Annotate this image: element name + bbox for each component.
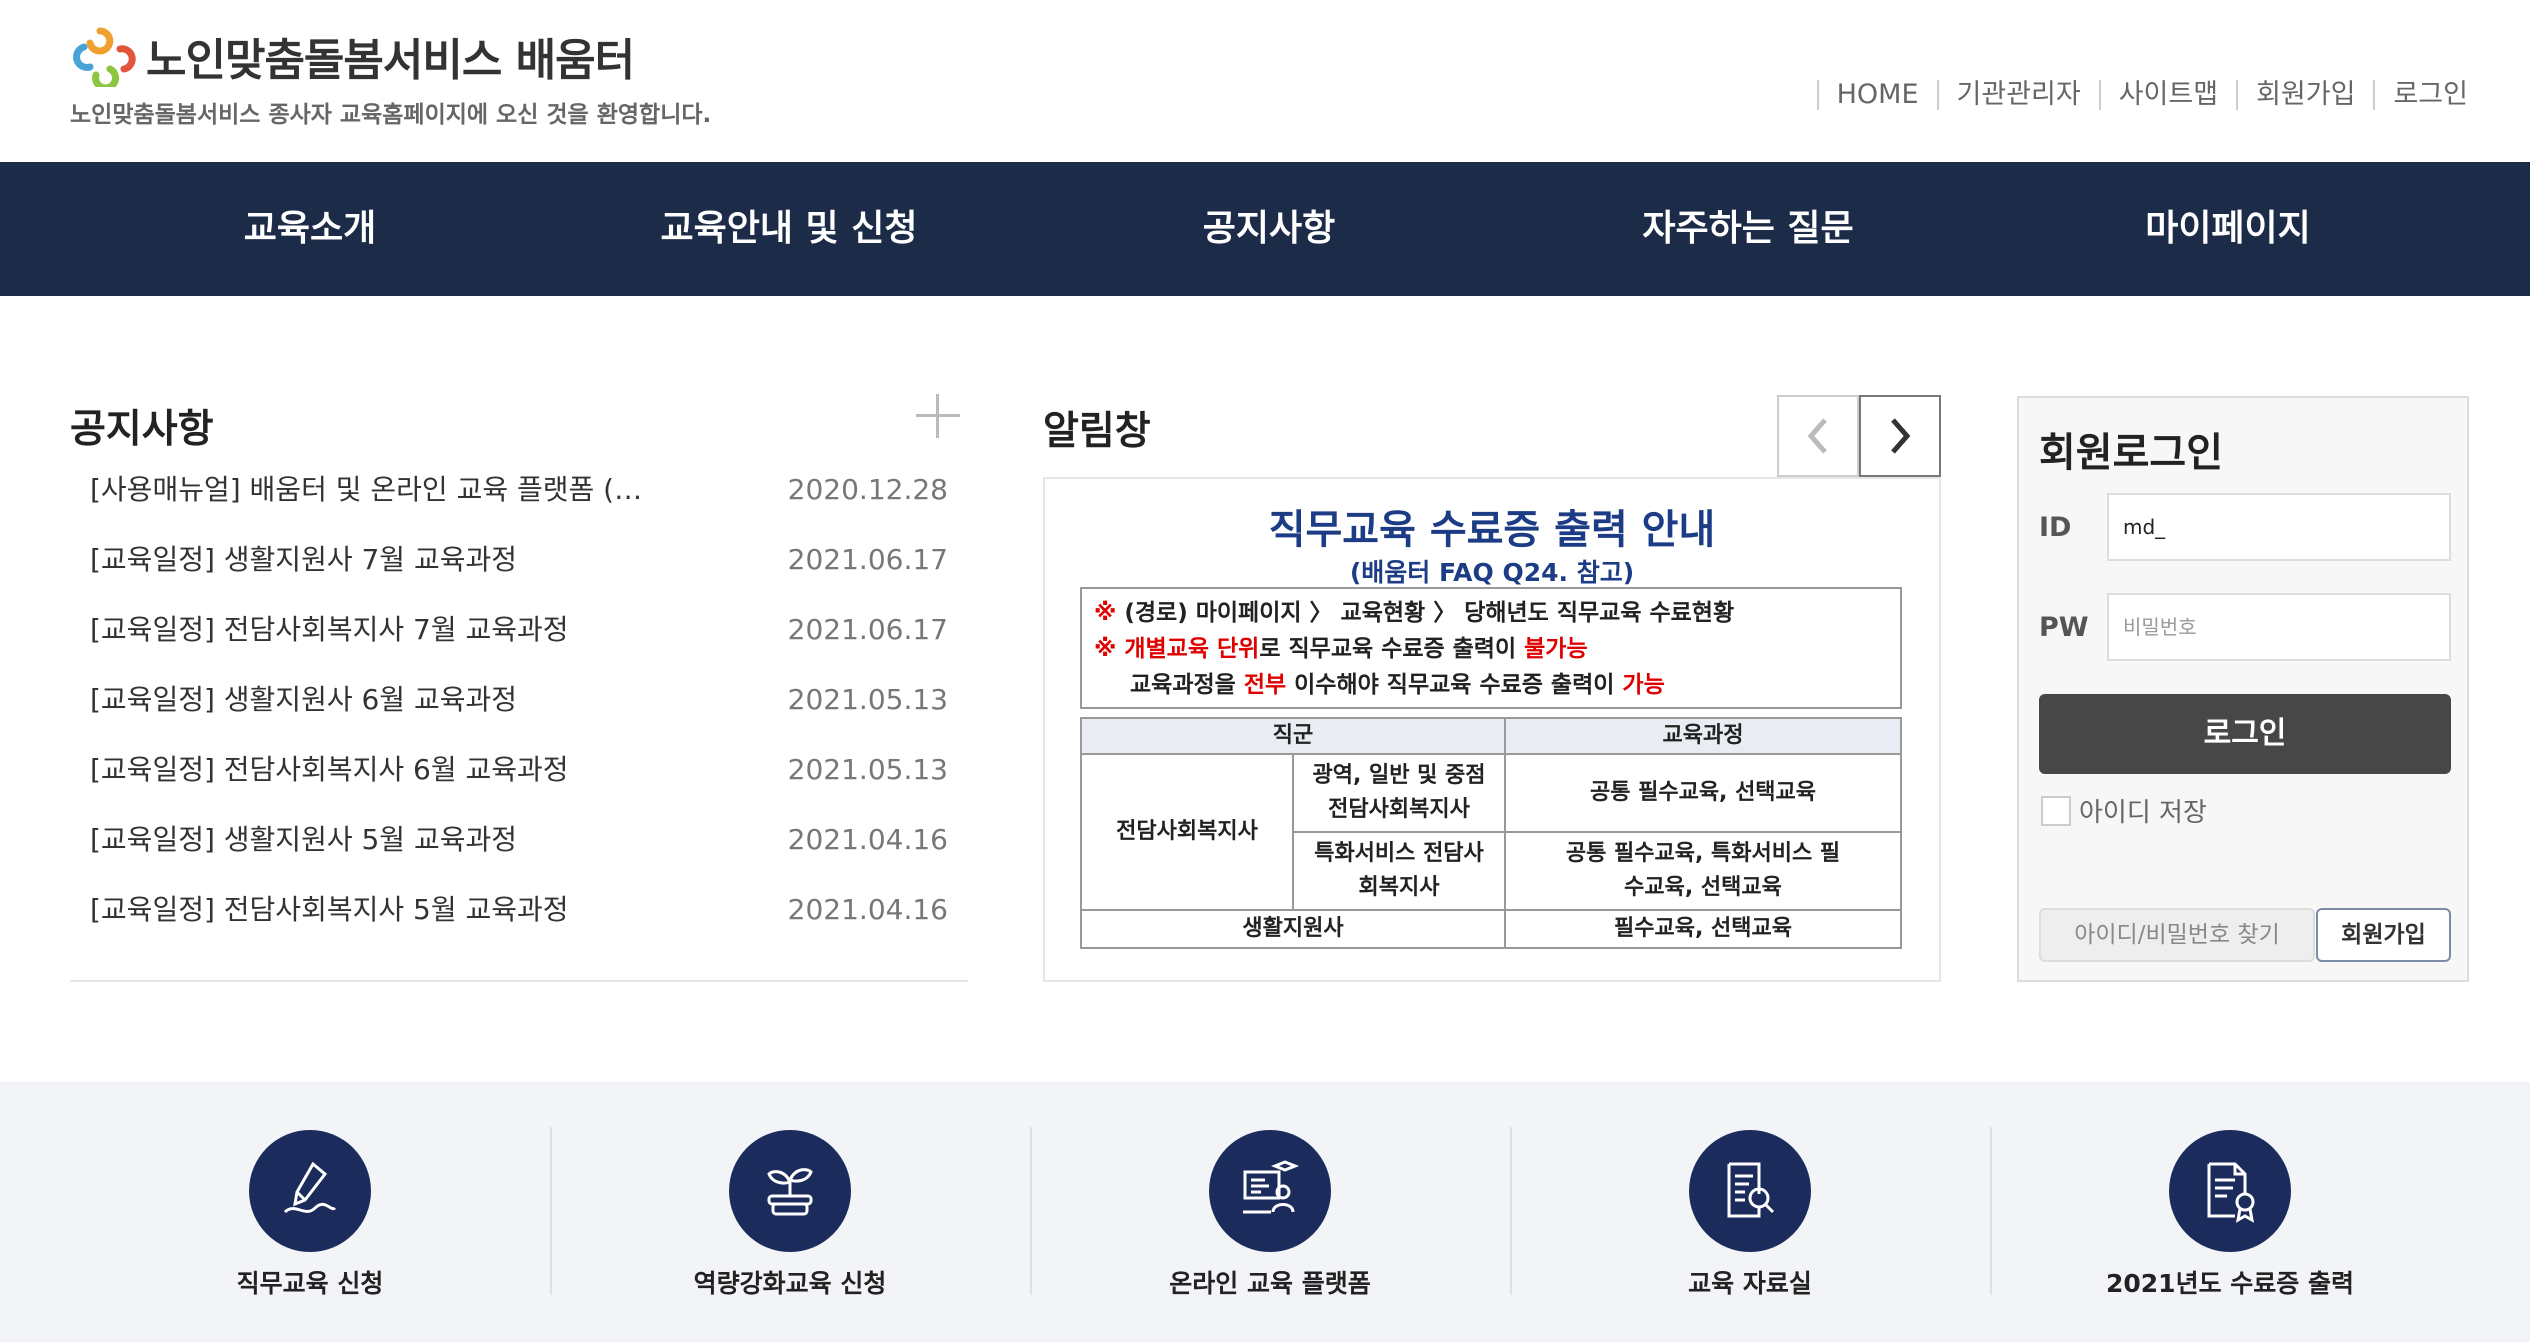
page: 노인맞춤돌봄서비스 배움터 노인맞춤돌봄서비스 종사자 교육홈페이지에 오신 것… bbox=[0, 0, 2530, 1342]
table-head-group: 직군 bbox=[1080, 717, 1506, 755]
table-cell-course: 필수교육, 선택교육 bbox=[1504, 909, 1902, 949]
quick-label: 역량강화교육 신청 bbox=[693, 1269, 887, 1298]
login-button[interactable]: 로그인 bbox=[2039, 694, 2451, 774]
note-line-2: ※ 개별교육 단위로 직무교육 수료증 출력이 불가능 bbox=[1094, 636, 1588, 662]
notice-item[interactable]: [교육일정] 전담사회복지사 7월 교육과정 2021.06.17 bbox=[90, 610, 948, 680]
nav-mypage[interactable]: 마이페이지 bbox=[2145, 162, 2311, 296]
notice-item-date: 2021.06.17 bbox=[787, 543, 948, 576]
notice-item[interactable]: [교육일정] 생활지원사 5월 교육과정 2021.04.16 bbox=[90, 820, 948, 890]
login-panel: 회원로그인 ID PW 로그인 아이디 저장 아이디/비밀번호 찾기 회원가입 bbox=[2017, 396, 2469, 982]
chevron-left-icon bbox=[1807, 418, 1827, 454]
notice-title: 공지사항 bbox=[70, 407, 214, 452]
save-id-checkbox[interactable]: 아이디 저장 bbox=[2041, 792, 2207, 829]
main-nav: 교육소개 교육안내 및 신청 공지사항 자주하는 질문 마이페이지 bbox=[0, 162, 2530, 296]
util-admin-link[interactable]: 기관관리자 bbox=[1936, 80, 2099, 110]
util-sitemap-link[interactable]: 사이트맵 bbox=[2098, 80, 2236, 110]
online-lecture-icon bbox=[1209, 1130, 1331, 1252]
notice-item-title[interactable]: [교육일정] 생활지원사 6월 교육과정 bbox=[90, 680, 710, 750]
document-search-icon bbox=[1689, 1130, 1811, 1252]
util-login-link[interactable]: 로그인 bbox=[2373, 80, 2468, 110]
quick-menu: 직무교육 신청 역량강화교육 신청 온라인 교육 플랫폼 교육 자료실 2021… bbox=[0, 1082, 2530, 1342]
nav-faq[interactable]: 자주하는 질문 bbox=[1642, 162, 1853, 296]
notice-item-title[interactable]: [교육일정] 생활지원사 5월 교육과정 bbox=[90, 820, 710, 890]
notice-item[interactable]: [교육일정] 전담사회복지사 5월 교육과정 2021.04.16 bbox=[90, 890, 948, 960]
banner-note: ※ (경로) 마이페이지 〉 교육현황 〉 당해년도 직무교육 수료현황 ※ 개… bbox=[1080, 587, 1902, 709]
id-label: ID bbox=[2039, 512, 2072, 543]
notice-item[interactable]: [사용매뉴얼] 배움터 및 온라인 교육 플랫폼 (… 2020.12.28 bbox=[90, 470, 948, 540]
notice-item-date: 2021.04.16 bbox=[787, 893, 948, 926]
notice-item-title[interactable]: [교육일정] 전담사회복지사 7월 교육과정 bbox=[90, 610, 710, 680]
alert-banner[interactable]: 직무교육 수료증 출력 안내 (배움터 FAQ Q24. 참고) ※ (경로) … bbox=[1043, 477, 1941, 982]
table-cell-sub: 광역, 일반 및 중점 전담사회복지사 bbox=[1292, 753, 1506, 833]
more-plus-icon[interactable] bbox=[916, 394, 960, 438]
notice-item-date: 2021.06.17 bbox=[787, 613, 948, 646]
table-cell-group: 전담사회복지사 bbox=[1080, 753, 1294, 911]
next-button[interactable] bbox=[1859, 395, 1941, 477]
notice-item[interactable]: [교육일정] 전담사회복지사 6월 교육과정 2021.05.13 bbox=[90, 750, 948, 820]
table-cell-group: 생활지원사 bbox=[1080, 909, 1506, 949]
notice-item-date: 2021.05.13 bbox=[787, 753, 948, 786]
notice-item-title[interactable]: [사용매뉴얼] 배움터 및 온라인 교육 플랫폼 (… bbox=[90, 470, 710, 540]
notice-board: 공지사항 [사용매뉴얼] 배움터 및 온라인 교육 플랫폼 (… 2020.12.… bbox=[70, 390, 968, 982]
notice-item-date: 2020.12.28 bbox=[787, 473, 948, 506]
table-cell-sub: 특화서비스 전담사회복지사 bbox=[1292, 831, 1506, 911]
pw-label: PW bbox=[2039, 612, 2089, 643]
site-tagline: 노인맞춤돌봄서비스 종사자 교육홈페이지에 오신 것을 환영합니다. bbox=[70, 102, 712, 128]
quick-label: 2021년도 수료증 출력 bbox=[2106, 1269, 2354, 1298]
pen-signature-icon bbox=[249, 1130, 371, 1252]
site-logo[interactable]: 노인맞춤돌봄서비스 배움터 bbox=[70, 24, 635, 88]
notice-list: [사용매뉴얼] 배움터 및 온라인 교육 플랫폼 (… 2020.12.28 [교… bbox=[90, 470, 948, 960]
banner-title: 직무교육 수료증 출력 안내 bbox=[1268, 507, 1716, 553]
quick-item-online-platform[interactable]: 온라인 교육 플랫폼 bbox=[1030, 1082, 1510, 1342]
notice-item-date: 2021.04.16 bbox=[787, 823, 948, 856]
util-join-link[interactable]: 회원가입 bbox=[2236, 80, 2373, 110]
sprout-icon bbox=[729, 1130, 851, 1252]
id-input[interactable] bbox=[2107, 493, 2451, 561]
note-line-3: 교육과정을 전부 이수해야 직무교육 수료증 출력이 가능 bbox=[1130, 672, 1665, 698]
certificate-icon bbox=[2169, 1130, 2291, 1252]
checkbox-icon[interactable] bbox=[2041, 795, 2071, 826]
quick-item-certificate[interactable]: 2021년도 수료증 출력 bbox=[1990, 1082, 2470, 1342]
login-title: 회원로그인 bbox=[2039, 430, 2223, 476]
quick-label: 직무교육 신청 bbox=[236, 1269, 384, 1298]
note-line-1: ※ (경로) 마이페이지 〉 교육현황 〉 당해년도 직무교육 수료현황 bbox=[1094, 600, 1735, 626]
alert-title: 알림창 bbox=[1043, 409, 1151, 454]
notice-item-date: 2021.05.13 bbox=[787, 683, 948, 716]
alert-pager bbox=[1777, 395, 1941, 477]
table-head-course: 교육과정 bbox=[1504, 717, 1902, 755]
quick-item-job-training[interactable]: 직무교육 신청 bbox=[70, 1082, 550, 1342]
quick-item-resources[interactable]: 교육 자료실 bbox=[1510, 1082, 1990, 1342]
nav-notice[interactable]: 공지사항 bbox=[1203, 162, 1335, 296]
notice-item[interactable]: [교육일정] 생활지원사 6월 교육과정 2021.05.13 bbox=[90, 680, 948, 750]
table-cell-course: 공통 필수교육, 선택교육 bbox=[1504, 753, 1902, 833]
find-account-button[interactable]: 아이디/비밀번호 찾기 bbox=[2039, 908, 2315, 962]
notice-item-title[interactable]: [교육일정] 전담사회복지사 5월 교육과정 bbox=[90, 890, 710, 960]
table-cell-course: 공통 필수교육, 특화서비스 필수교육, 선택교육 bbox=[1504, 831, 1902, 911]
banner-subtitle: (배움터 FAQ Q24. 참고) bbox=[1349, 558, 1635, 587]
util-home-link[interactable]: HOME bbox=[1816, 80, 1937, 110]
nav-edu-intro[interactable]: 교육소개 bbox=[244, 162, 376, 296]
logo-icon bbox=[73, 27, 136, 87]
quick-label: 온라인 교육 플랫폼 bbox=[1169, 1269, 1371, 1298]
notice-item-title[interactable]: [교육일정] 전담사회복지사 6월 교육과정 bbox=[90, 750, 710, 820]
join-button[interactable]: 회원가입 bbox=[2316, 908, 2451, 962]
notice-item[interactable]: [교육일정] 생활지원사 7월 교육과정 2021.06.17 bbox=[90, 540, 948, 610]
nav-edu-guide[interactable]: 교육안내 및 신청 bbox=[661, 162, 918, 296]
quick-label: 교육 자료실 bbox=[1688, 1269, 1812, 1298]
chevron-right-icon bbox=[1891, 418, 1911, 454]
pw-input[interactable] bbox=[2107, 593, 2451, 661]
quick-item-capacity-training[interactable]: 역량강화교육 신청 bbox=[550, 1082, 1030, 1342]
banner-table: 직군 교육과정 전담사회복지사 광역, 일반 및 중점 전담사회복지사 공통 필… bbox=[1080, 717, 1902, 949]
prev-button[interactable] bbox=[1777, 395, 1859, 477]
utility-nav: HOME 기관관리자 사이트맵 회원가입 로그인 bbox=[1816, 80, 2468, 110]
save-id-label: 아이디 저장 bbox=[2079, 798, 2207, 828]
logo-title: 노인맞춤돌봄서비스 배움터 bbox=[146, 35, 635, 86]
notice-item-title[interactable]: [교육일정] 생활지원사 7월 교육과정 bbox=[90, 540, 710, 610]
